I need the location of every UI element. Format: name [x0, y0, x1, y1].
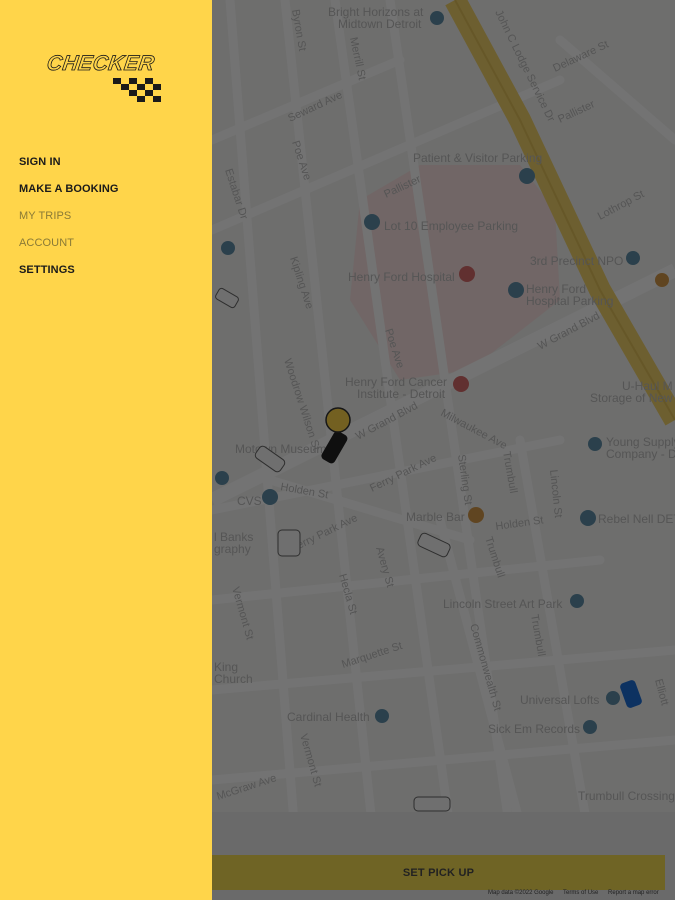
- svg-text:CVS: CVS: [237, 494, 262, 508]
- svg-text:Sick Em Records: Sick Em Records: [488, 722, 580, 736]
- map-attribution: Map data ©2022 Google Terms of Use Repor…: [488, 890, 667, 896]
- svg-text:Trumbull Crossing: Trumbull Crossing: [578, 789, 675, 803]
- svg-text:Cardinal Health: Cardinal Health: [287, 710, 370, 724]
- svg-text:Marble Bar: Marble Bar: [406, 510, 465, 524]
- menu-item-settings[interactable]: SETTINGS: [19, 264, 119, 291]
- nav-drawer: CHECKER SIGN IN MAKE A BOOKING MY TRIPS …: [0, 0, 212, 900]
- svg-text:3rd Precinct NPO: 3rd Precinct NPO: [530, 254, 623, 268]
- svg-text:Rebel Nell DET: Rebel Nell DET: [598, 512, 675, 526]
- report-error-link[interactable]: Report a map error: [608, 890, 659, 896]
- menu-item-sign-in[interactable]: SIGN IN: [19, 156, 119, 183]
- svg-text:Universal Lofts: Universal Lofts: [520, 693, 599, 707]
- menu-item-make-a-booking[interactable]: MAKE A BOOKING: [19, 183, 119, 210]
- terms-link[interactable]: Terms of Use: [563, 890, 598, 896]
- svg-text:Motown Museum: Motown Museum: [235, 442, 326, 456]
- checker-logo: CHECKER: [45, 52, 167, 104]
- svg-text:Church: Church: [214, 672, 253, 686]
- svg-text:Hospital Parking: Hospital Parking: [526, 294, 613, 308]
- svg-text:Storage of New: Storage of New: [590, 391, 673, 405]
- svg-text:Institute - Detroit: Institute - Detroit: [357, 387, 446, 401]
- svg-text:Lincoln Street Art Park: Lincoln Street Art Park: [443, 597, 563, 611]
- set-pickup-button[interactable]: SET PICK UP: [212, 855, 665, 890]
- svg-text:Lot 10 Employee Parking: Lot 10 Employee Parking: [384, 219, 518, 233]
- svg-text:Patient & Visitor Parking: Patient & Visitor Parking: [413, 151, 542, 165]
- menu-item-my-trips[interactable]: MY TRIPS: [19, 210, 119, 237]
- logo-text: CHECKER: [45, 52, 157, 76]
- checkered-flag-icon: [113, 78, 161, 102]
- svg-text:Company - D: Company - D: [606, 447, 675, 461]
- drawer-menu: SIGN IN MAKE A BOOKING MY TRIPS ACCOUNT …: [19, 156, 119, 291]
- svg-text:Midtown Detroit: Midtown Detroit: [338, 17, 422, 31]
- svg-text:Henry Ford Hospital: Henry Ford Hospital: [348, 270, 455, 284]
- menu-item-account[interactable]: ACCOUNT: [19, 237, 119, 264]
- map-data-credit: Map data ©2022 Google: [488, 890, 554, 896]
- svg-text:graphy: graphy: [214, 542, 251, 556]
